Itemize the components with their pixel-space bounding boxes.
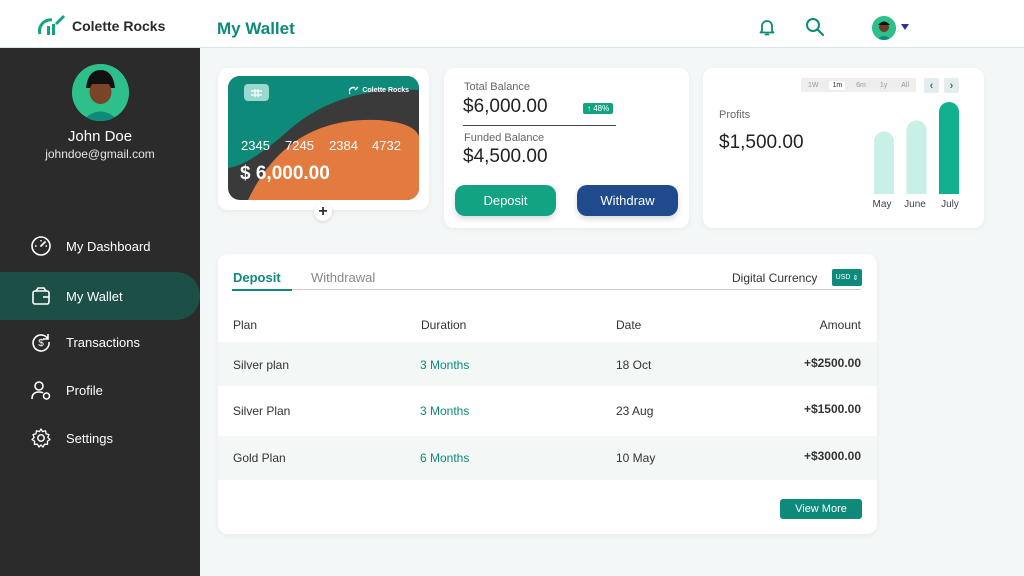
- cell-duration: 3 Months: [420, 358, 470, 372]
- cell-amount: +$2500.00: [803, 356, 861, 370]
- currency-label: Digital Currency: [732, 271, 818, 285]
- change-badge: ↑ 48%: [583, 103, 614, 114]
- divider: [463, 125, 616, 126]
- total-balance-value: $6,000.00: [463, 96, 548, 117]
- top-bar: Colette Rocks My Wallet: [0, 0, 1024, 48]
- sidebar-item-label: Settings: [66, 430, 113, 446]
- brand-logo[interactable]: Colette Rocks: [38, 14, 165, 38]
- bell-icon[interactable]: [756, 16, 778, 38]
- profits-value: $1,500.00: [719, 132, 804, 153]
- chart-bar-july: [939, 102, 959, 194]
- search-icon[interactable]: [804, 16, 826, 38]
- brand-logo-icon: [38, 14, 66, 35]
- range-option-selected[interactable]: 1m: [829, 80, 846, 90]
- column-header-duration: Duration: [421, 318, 467, 332]
- column-header-date: Date: [616, 318, 642, 332]
- sidebar-item-dashboard[interactable]: My Dashboard: [0, 222, 200, 270]
- profile-name: John Doe: [67, 128, 133, 145]
- range-option[interactable]: 6m: [853, 81, 869, 90]
- sidebar-item-label: My Wallet: [66, 288, 123, 304]
- tab-active-indicator: [232, 289, 292, 291]
- cell-plan: Silver Plan: [233, 404, 291, 418]
- view-more-button[interactable]: View More: [780, 499, 862, 519]
- profits-label: Profits: [719, 109, 751, 121]
- chevron-right-icon[interactable]: ›: [944, 78, 959, 93]
- add-card-button[interactable]: +: [314, 203, 332, 221]
- card-number-group: 4732: [372, 138, 401, 153]
- range-option[interactable]: 1y: [877, 81, 890, 90]
- tab-withdrawal[interactable]: Withdrawal: [311, 270, 375, 285]
- bar-label: May: [872, 199, 892, 210]
- card-brand: Colette Rocks: [349, 86, 409, 95]
- sidebar-item-label: My Dashboard: [66, 238, 151, 254]
- card-number-group: 2384: [329, 138, 358, 153]
- user-settings-icon: [30, 379, 52, 401]
- withdraw-button[interactable]: Withdraw: [577, 185, 678, 216]
- tab-deposit[interactable]: Deposit: [233, 270, 281, 285]
- table-row[interactable]: Gold Plan 6 Months 10 May +$3000.00: [218, 436, 877, 480]
- user-avatar[interactable]: [872, 16, 896, 40]
- funded-balance-value: $4,500.00: [463, 146, 548, 167]
- tab-divider: [232, 289, 861, 290]
- total-balance-label: Total Balance: [464, 81, 531, 93]
- wallet-icon: [30, 285, 52, 307]
- table-row[interactable]: Silver Plan 3 Months 23 Aug +$1500.00: [218, 388, 877, 432]
- deposit-button[interactable]: Deposit: [455, 185, 556, 216]
- sidebar-item-wallet[interactable]: My Wallet: [0, 272, 200, 320]
- card-brand-name: Colette Rocks: [362, 87, 409, 94]
- range-option[interactable]: 1W: [805, 81, 822, 90]
- card-number-group: 2345: [241, 138, 270, 153]
- chevron-left-icon[interactable]: ‹: [924, 78, 939, 93]
- card-amount: $ 6,000.00: [240, 163, 330, 184]
- cell-plan: Gold Plan: [233, 451, 286, 465]
- dollar-cycle-icon: $: [30, 331, 52, 353]
- currency-select[interactable]: USD ⇕: [832, 269, 862, 286]
- column-header-amount: Amount: [819, 318, 861, 332]
- cell-date: 18 Oct: [616, 358, 652, 372]
- range-option[interactable]: All: [898, 81, 912, 90]
- cell-duration: 3 Months: [420, 404, 470, 418]
- table-row[interactable]: Silver plan 3 Months 18 Oct +$2500.00: [218, 342, 877, 386]
- currency-value: USD: [835, 274, 851, 281]
- card-number-group: 7245: [285, 138, 314, 153]
- bar-label: July: [941, 199, 959, 210]
- sidebar-item-label: Profile: [66, 382, 103, 398]
- cell-date: 10 May: [616, 451, 656, 465]
- card-chip-icon: [244, 84, 269, 101]
- avatar[interactable]: [72, 64, 129, 121]
- time-range-selector: 1W 1m 6m 1y All: [801, 78, 916, 92]
- page-title: My Wallet: [217, 19, 295, 38]
- profits-bar-chart: [874, 102, 959, 194]
- gear-icon: [30, 427, 52, 449]
- bank-card[interactable]: Colette Rocks 2345 7245 2384 4732 $ 6,00…: [228, 76, 419, 200]
- sidebar-item-settings[interactable]: Settings: [0, 414, 200, 462]
- brand-name: Colette Rocks: [72, 18, 166, 34]
- sidebar-item-profile[interactable]: Profile: [0, 366, 200, 414]
- cell-amount: +$1500.00: [803, 402, 861, 416]
- sidebar-item-label: Transactions: [66, 334, 140, 350]
- cell-date: 23 Aug: [616, 404, 654, 418]
- chart-bar-may: [874, 131, 894, 194]
- column-header-plan: Plan: [233, 318, 258, 332]
- card-brand-logo-icon: [349, 86, 359, 95]
- sort-arrows-icon: ⇕: [852, 274, 859, 282]
- sidebar: John Doe johndoe@gmail.com My Dashboard …: [0, 48, 200, 576]
- speedometer-icon: [30, 235, 52, 257]
- chart-bar-june: [906, 120, 927, 194]
- profile-email: johndoe@gmail.com: [45, 147, 155, 161]
- cell-plan: Silver plan: [233, 358, 290, 372]
- bar-label: June: [904, 199, 926, 210]
- user-menu-caret-icon[interactable]: [901, 24, 909, 30]
- cell-amount: +$3000.00: [803, 449, 861, 463]
- cell-duration: 6 Months: [420, 451, 470, 465]
- funded-balance-label: Funded Balance: [464, 132, 545, 144]
- svg-text:$: $: [38, 338, 44, 349]
- sidebar-item-transactions[interactable]: $ Transactions: [0, 318, 200, 366]
